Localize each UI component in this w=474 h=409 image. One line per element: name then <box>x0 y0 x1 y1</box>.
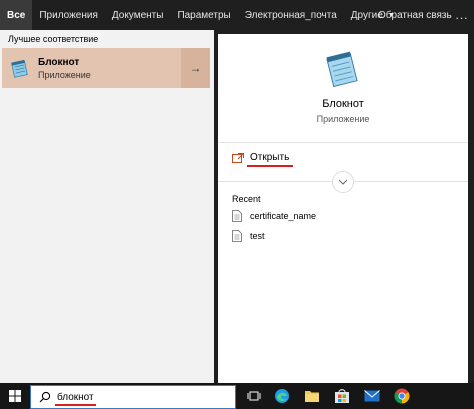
start-button[interactable] <box>0 383 30 409</box>
store-button[interactable] <box>332 386 352 406</box>
tab-documents[interactable]: Документы <box>105 0 171 30</box>
tab-apps-label: Приложения <box>39 9 98 21</box>
chevron-down-icon <box>338 179 348 185</box>
file-explorer-icon <box>305 391 319 402</box>
tab-apps[interactable]: Приложения <box>32 0 105 30</box>
details-pane: Блокнот Приложение Открыть Recent certif… <box>218 34 468 383</box>
mail-icon <box>364 390 380 402</box>
mail-button[interactable] <box>362 386 382 406</box>
edge-icon <box>275 389 289 403</box>
taskbar-search-box[interactable]: блокнот <box>30 385 236 409</box>
more-options-button[interactable]: ... <box>452 0 472 30</box>
recent-heading: Recent <box>232 194 261 204</box>
tab-all[interactable]: Все <box>0 0 33 30</box>
expand-actions-button[interactable] <box>332 171 354 193</box>
tab-settings[interactable]: Параметры <box>170 0 237 30</box>
feedback-label: Обратная связь <box>378 9 452 21</box>
best-match-heading: Лучшее соответствие <box>8 34 99 44</box>
best-match-item[interactable]: Блокнот Приложение <box>2 48 181 88</box>
open-label-text: Открыть <box>250 152 290 163</box>
windows-icon <box>9 390 21 402</box>
tab-documents-label: Документы <box>111 9 164 21</box>
taskbar: блокнот <box>0 383 474 409</box>
annotation-underline <box>247 165 294 167</box>
edge-button[interactable] <box>272 386 292 406</box>
open-icon <box>232 152 244 163</box>
more-options-icon: ... <box>455 8 469 22</box>
search-query: блокнот <box>57 391 94 403</box>
results-pane: Лучшее соответствие Блокнот Приложение → <box>0 30 214 383</box>
open-action[interactable]: Открыть <box>232 152 294 167</box>
chrome-button[interactable] <box>392 386 412 406</box>
search-icon <box>39 391 51 403</box>
best-match-result[interactable]: Блокнот Приложение → <box>2 48 210 88</box>
document-icon <box>232 230 242 242</box>
divider <box>218 142 468 143</box>
task-view-button[interactable] <box>244 386 264 406</box>
open-label: Открыть <box>247 152 294 167</box>
recent-item[interactable]: test <box>232 230 265 242</box>
file-explorer-button[interactable] <box>302 386 322 406</box>
feedback-link[interactable]: Обратная связь <box>378 0 452 30</box>
chrome-icon <box>394 388 410 404</box>
recent-item-label: test <box>250 231 265 241</box>
search-input[interactable]: блокнот <box>55 391 96 406</box>
app-title: Блокнот <box>322 98 364 110</box>
document-icon <box>232 210 242 222</box>
best-match-type: Приложение <box>38 69 91 80</box>
recent-item-label: certificate_name <box>250 211 317 221</box>
store-icon <box>335 389 349 403</box>
task-view-icon <box>247 391 261 401</box>
tab-email-label: Электронная_почта <box>244 9 337 21</box>
tab-settings-label: Параметры <box>177 9 231 21</box>
recent-item[interactable]: certificate_name <box>232 210 316 222</box>
tab-email[interactable]: Электронная_почта <box>238 0 344 30</box>
annotation-underline <box>55 403 96 406</box>
notepad-large-icon <box>326 51 358 88</box>
notepad-icon <box>11 59 28 78</box>
tab-all-label: Все <box>7 9 26 21</box>
arrow-right-icon: → <box>189 61 202 75</box>
expand-details-button[interactable]: → <box>181 48 210 88</box>
app-type: Приложение <box>316 114 370 124</box>
best-match-name: Блокнот <box>38 56 80 68</box>
